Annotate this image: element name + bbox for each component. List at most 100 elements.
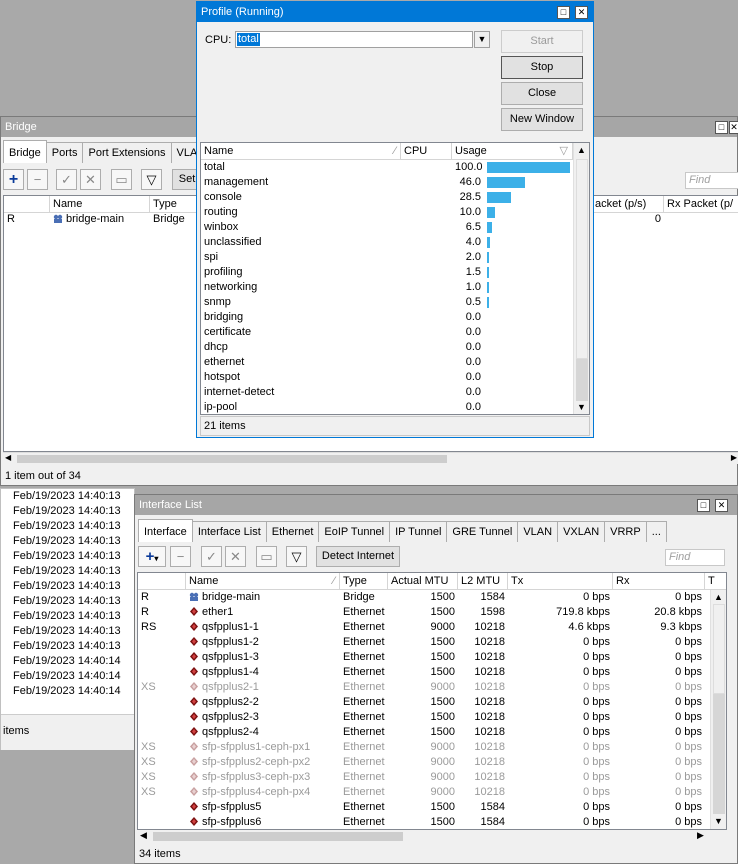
log-entry[interactable]: Feb/19/2023 14:40:13 [1, 519, 136, 534]
tab-bridge[interactable]: Bridge [3, 140, 47, 163]
table-row[interactable]: XS sfp-sfpplus2-ceph-px2 Ethernet 9000 10218… [138, 755, 708, 770]
col-header-type[interactable]: Type [150, 196, 200, 213]
table-row[interactable]: profiling 1.5 [201, 265, 573, 280]
stop-button[interactable]: Stop [501, 56, 583, 79]
interface-hscroll[interactable]: ◀ ▶ [137, 830, 727, 843]
tab-eoip-tunnel[interactable]: EoIP Tunnel [318, 521, 391, 542]
tab-ports[interactable]: Ports [45, 142, 84, 163]
log-entry[interactable]: Feb/19/2023 14:40:13 [1, 609, 136, 624]
table-row[interactable]: qsfpplus2-3 Ethernet 1500 10218 0 bps 0 bps [138, 710, 708, 725]
comment-icon[interactable]: ▭ [111, 169, 132, 190]
log-entry[interactable]: Feb/19/2023 14:40:14 [1, 684, 136, 699]
interface-vscroll[interactable]: ▲ ▼ [710, 590, 726, 829]
table-row[interactable]: hotspot 0.0 [201, 370, 573, 385]
table-row[interactable]: XS qsfpplus2-1 Ethernet 9000 10218 0 bps 0 bps [138, 680, 708, 695]
interface-find-input[interactable]: Find [665, 549, 725, 566]
close-icon[interactable]: ✕ [729, 121, 738, 134]
add-icon[interactable]: + [3, 169, 24, 190]
enable-icon[interactable]: ✓ [56, 169, 77, 190]
scroll-up-icon[interactable]: ▲ [714, 592, 723, 602]
col-header-actual-mtu[interactable]: Actual MTU [388, 573, 458, 590]
table-row[interactable]: ethernet 0.0 [201, 355, 573, 370]
log-entry[interactable]: Feb/19/2023 14:40:13 [1, 639, 136, 654]
scroll-down-icon[interactable]: ▼ [577, 402, 586, 412]
profile-vscroll[interactable]: ▲ ▼ [573, 143, 589, 414]
log-entry[interactable]: Feb/19/2023 14:40:13 [1, 534, 136, 549]
scroll-right-icon[interactable]: ▶ [731, 453, 737, 462]
log-entry[interactable]: Feb/19/2023 14:40:14 [1, 654, 136, 669]
scroll-thumb[interactable] [17, 455, 447, 463]
scroll-right-icon[interactable]: ▶ [697, 830, 704, 841]
filter-icon[interactable]: ▽ [141, 169, 162, 190]
enable-icon[interactable]: ✓ [201, 546, 222, 567]
table-row[interactable]: qsfpplus1-3 Ethernet 1500 10218 0 bps 0 bps [138, 650, 708, 665]
tab-interface[interactable]: Interface [138, 519, 193, 542]
profile-titlebar[interactable]: Profile (Running) [197, 2, 593, 22]
new-window-button[interactable]: New Window [501, 108, 583, 131]
scroll-track[interactable] [713, 694, 725, 814]
close-button[interactable]: Close [501, 82, 583, 105]
table-row[interactable]: sfp-sfpplus6 Ethernet 1500 1584 0 bps 0 bps [138, 815, 708, 829]
table-row[interactable]: console 28.5 [201, 190, 573, 205]
bridge-hscroll[interactable]: ◀ ▶ [3, 452, 738, 464]
tab-ethernet[interactable]: Ethernet [265, 521, 320, 542]
table-row[interactable]: Rether1 Ethernet 1500 1598 719.8 kbps 20.8 kb… [138, 605, 708, 620]
col-header-t[interactable]: T [705, 573, 726, 590]
close-icon[interactable]: ✕ [715, 499, 728, 512]
table-row[interactable]: qsfpplus1-2 Ethernet 1500 10218 0 bps 0 bps [138, 635, 708, 650]
col-header-name[interactable]: Name ⁄ [201, 143, 401, 160]
remove-icon[interactable]: − [170, 546, 191, 567]
log-entry[interactable]: Feb/19/2023 14:40:13 [1, 504, 136, 519]
remove-icon[interactable]: − [27, 169, 48, 190]
table-row[interactable]: bridging 0.0 [201, 310, 573, 325]
log-entry[interactable]: Feb/19/2023 14:40:13 [1, 594, 136, 609]
log-entry[interactable]: Feb/19/2023 14:40:13 [1, 624, 136, 639]
log-entry[interactable]: Feb/19/2023 14:40:14 [1, 669, 136, 684]
table-row[interactable]: dhcp 0.0 [201, 340, 573, 355]
tab-ip-tunnel[interactable]: IP Tunnel [389, 521, 448, 542]
scroll-thumb[interactable] [576, 159, 588, 359]
table-row[interactable]: internet-detect 0.0 [201, 385, 573, 400]
detect-internet-button[interactable]: Detect Internet [316, 546, 400, 567]
maximize-icon[interactable]: □ [697, 499, 710, 512]
table-row[interactable]: total 100.0 [201, 160, 573, 175]
col-header-rx-packet[interactable]: Rx Packet (p/ [664, 196, 738, 213]
table-row[interactable]: XS sfp-sfpplus1-ceph-px1 Ethernet 9000 10218… [138, 740, 708, 755]
tab-interface-list[interactable]: Interface List [191, 521, 267, 542]
comment-icon[interactable]: ▭ [256, 546, 277, 567]
col-header-cpu[interactable]: CPU [401, 143, 452, 160]
table-row[interactable]: snmp 0.5 [201, 295, 573, 310]
disable-icon[interactable]: ✕ [225, 546, 246, 567]
scroll-thumb[interactable] [153, 832, 403, 841]
table-row[interactable]: management 46.0 [201, 175, 573, 190]
log-entry[interactable]: Feb/19/2023 14:40:13 [1, 579, 136, 594]
table-row[interactable]: routing 10.0 [201, 205, 573, 220]
scroll-left-icon[interactable]: ◀ [140, 830, 147, 841]
scroll-down-icon[interactable]: ▼ [714, 816, 723, 826]
col-header-tx[interactable]: Tx [508, 573, 613, 590]
col-header-type[interactable]: Type [340, 573, 388, 590]
table-row[interactable]: qsfpplus2-4 Ethernet 1500 10218 0 bps 0 bps [138, 725, 708, 740]
scroll-left-icon[interactable]: ◀ [5, 453, 11, 462]
maximize-icon[interactable]: □ [557, 6, 570, 19]
log-entry[interactable]: Feb/19/2023 14:40:13 [1, 549, 136, 564]
table-row[interactable]: unclassified 4.0 [201, 235, 573, 250]
table-row[interactable]: spi 2.0 [201, 250, 573, 265]
table-row[interactable]: qsfpplus2-2 Ethernet 1500 10218 0 bps 0 bps [138, 695, 708, 710]
cpu-select[interactable]: total [235, 31, 473, 48]
tab-port-extensions[interactable]: Port Extensions [82, 142, 172, 163]
cpu-dropdown-icon[interactable]: ▼ [474, 31, 490, 48]
col-header-name[interactable]: Name ⁄ [186, 573, 340, 590]
table-row[interactable]: sfp-sfpplus5 Ethernet 1500 1584 0 bps 0 bps [138, 800, 708, 815]
close-icon[interactable]: ✕ [575, 6, 588, 19]
table-row[interactable]: ip-pool 0.0 [201, 400, 573, 414]
col-header-l2-mtu[interactable]: L2 MTU [458, 573, 508, 590]
col-header-rx[interactable]: Rx [613, 573, 705, 590]
scroll-up-icon[interactable]: ▲ [577, 145, 586, 155]
col-header-name[interactable]: Name [50, 196, 150, 213]
filter-icon[interactable]: ▽ [286, 546, 307, 567]
bridge-find-input[interactable]: Find [685, 172, 738, 189]
start-button[interactable]: Start [501, 30, 583, 53]
maximize-icon[interactable]: □ [715, 121, 728, 134]
tab-more[interactable]: ... [645, 521, 667, 542]
